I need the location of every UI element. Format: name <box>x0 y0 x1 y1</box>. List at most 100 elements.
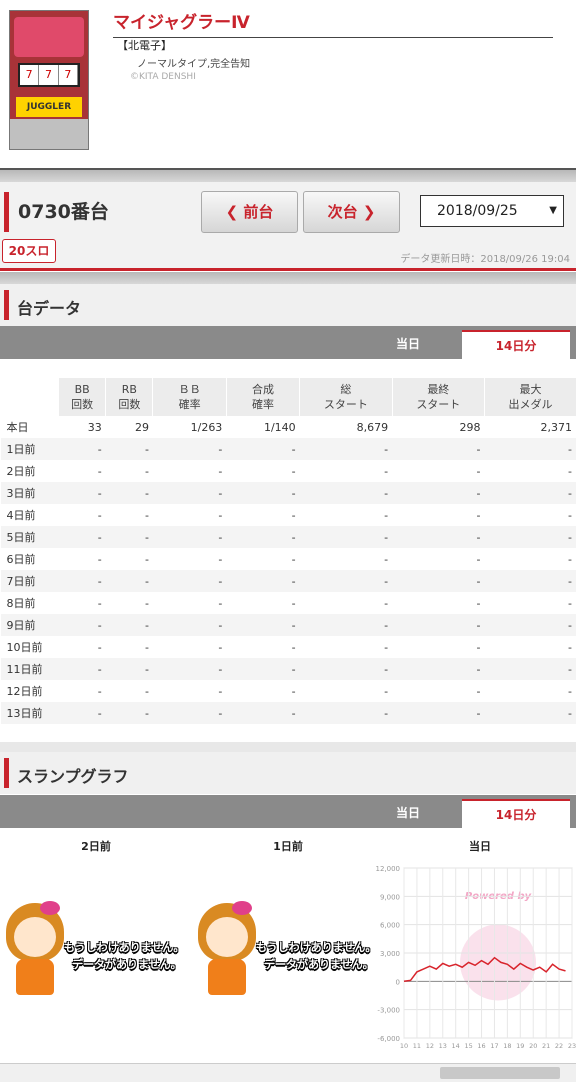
table-cell: - <box>97 464 102 478</box>
machine-title: マイジャグラーⅣ <box>113 8 553 38</box>
table-cell: 33 <box>87 420 102 434</box>
table-cell: - <box>291 596 296 610</box>
table-cell: - <box>152 482 227 504</box>
table-cell: - <box>144 552 149 566</box>
section-separator <box>0 272 576 284</box>
table-cell: - <box>484 614 576 636</box>
table-cell: - <box>152 658 227 680</box>
table-cell: - <box>105 482 153 504</box>
x-tick-label: 22 <box>555 1042 563 1050</box>
y-tick-label: -3,000 <box>377 1007 400 1015</box>
table-header-cell: 最大 出メダル <box>484 378 576 416</box>
table-cell: - <box>476 684 481 698</box>
table-cell: 298 <box>459 420 481 434</box>
table-header-cell: BB 回数 <box>57 378 106 416</box>
y-tick-label: 12,000 <box>376 865 401 873</box>
row-label: 9日前 <box>0 614 59 636</box>
table-cell: - <box>484 438 576 460</box>
x-tick-label: 14 <box>452 1042 460 1050</box>
date-select-value: 2018/09/25 <box>437 203 518 219</box>
table-cell: - <box>299 614 393 636</box>
y-tick-label: -6,000 <box>377 1035 400 1043</box>
red-divider <box>0 268 576 271</box>
table-cell: - <box>144 684 149 698</box>
x-tick-label: 18 <box>503 1042 511 1050</box>
machine-header: 777 JUGGLER マイジャグラーⅣ 【北電子】 ノーマルタイプ,完全告知 … <box>0 0 576 168</box>
table-cell: - <box>476 552 481 566</box>
data-tabbar: 当日 14日分 <box>0 326 576 359</box>
table-header-cell: 最終 スタート <box>391 378 485 416</box>
table-header-row: BB 回数 RB 回数 ＢＢ 確率 合成 確率総 スタート 最終 スタート 最大 出メダル <box>0 378 576 416</box>
table-cell: - <box>105 526 153 548</box>
table-row: 2日前 - - - - - - - <box>1 460 576 482</box>
table-cell: - <box>291 552 296 566</box>
x-tick-label: 19 <box>516 1042 524 1050</box>
graph-tab-today[interactable]: 当日 <box>354 799 462 828</box>
x-tick-label: 13 <box>439 1042 447 1050</box>
table-cell: - <box>105 658 153 680</box>
table-cell: - <box>484 702 576 724</box>
row-label: 12日前 <box>6 685 43 698</box>
table-cell: - <box>144 508 149 522</box>
row-label: 3日前 <box>0 482 59 504</box>
table-cell: - <box>226 614 300 636</box>
row-label: 1日前 <box>0 438 59 460</box>
table-cell: - <box>384 464 389 478</box>
x-tick-label: 17 <box>490 1042 498 1050</box>
table-row: 4日前 - - - - - - - <box>1 504 576 526</box>
prev-unit-label: 前台 <box>243 203 274 221</box>
horizontal-scrollbar[interactable] <box>0 1063 576 1082</box>
table-cell: - <box>58 482 106 504</box>
table-cell: 8,679 <box>356 420 389 434</box>
table-cell: - <box>291 684 296 698</box>
table-cell: - <box>144 464 149 478</box>
table-row: 8日前 - - - - - - - <box>1 592 576 614</box>
table-header-cell: 合成 確率 <box>225 378 300 416</box>
table-cell: - <box>218 596 223 610</box>
table-cell: - <box>218 640 223 654</box>
prev-unit-button[interactable]: ❮ 前台 <box>201 191 298 233</box>
x-tick-label: 10 <box>400 1042 408 1050</box>
table-cell: - <box>58 438 106 460</box>
graph-title-1day-ago: 1日前 <box>273 840 303 853</box>
next-unit-button[interactable]: 次台 ❯ <box>303 191 400 233</box>
table-cell: - <box>392 526 485 548</box>
table-cell: - <box>97 640 102 654</box>
tab-14days[interactable]: 14日分 <box>462 330 570 359</box>
y-tick-label: 9,000 <box>380 893 400 901</box>
table-row: 6日前 - - - - - - - <box>1 548 576 570</box>
table-cell: - <box>218 684 223 698</box>
watermark-circle <box>460 924 536 1001</box>
table-cell: 1/140 <box>263 420 296 434</box>
no-data-message: もうしわけありません。 データがありません。 <box>256 939 376 973</box>
table-cell: - <box>97 552 102 566</box>
table-cell: - <box>476 640 481 654</box>
mascot-face <box>14 917 56 957</box>
no-data-line2: データがありません。 <box>264 958 374 971</box>
table-cell: - <box>568 596 572 610</box>
graph-tabbar: 当日 14日分 <box>0 795 576 828</box>
table-cell: - <box>484 570 576 592</box>
machine-base <box>10 119 88 149</box>
y-tick-label: 0 <box>396 978 400 986</box>
scrollbar-thumb[interactable] <box>440 1067 560 1079</box>
machine-reels: 777 <box>18 63 80 87</box>
table-cell: - <box>476 508 481 522</box>
row-label: 2日前 <box>6 465 36 478</box>
no-data-line2: データがありません。 <box>72 958 182 971</box>
tab-today[interactable]: 当日 <box>354 330 462 359</box>
table-cell: 1/263 <box>190 420 223 434</box>
graph-tab-14days[interactable]: 14日分 <box>462 799 570 828</box>
table-cell: - <box>144 596 149 610</box>
table-cell: - <box>226 482 300 504</box>
table-cell: - <box>152 614 227 636</box>
x-tick-label: 11 <box>413 1042 421 1050</box>
table-header-cell: ＢＢ 確率 <box>152 378 227 416</box>
machine-image: 777 JUGGLER <box>9 10 89 150</box>
row-label: 8日前 <box>6 597 36 610</box>
table-cell: - <box>568 552 572 566</box>
data-section-title: 台データ <box>17 299 82 318</box>
graph-title-2days-ago: 2日前 <box>81 840 111 853</box>
date-select[interactable]: 2018/09/25 ▼ <box>420 195 564 227</box>
row-label: 10日前 <box>6 641 43 654</box>
